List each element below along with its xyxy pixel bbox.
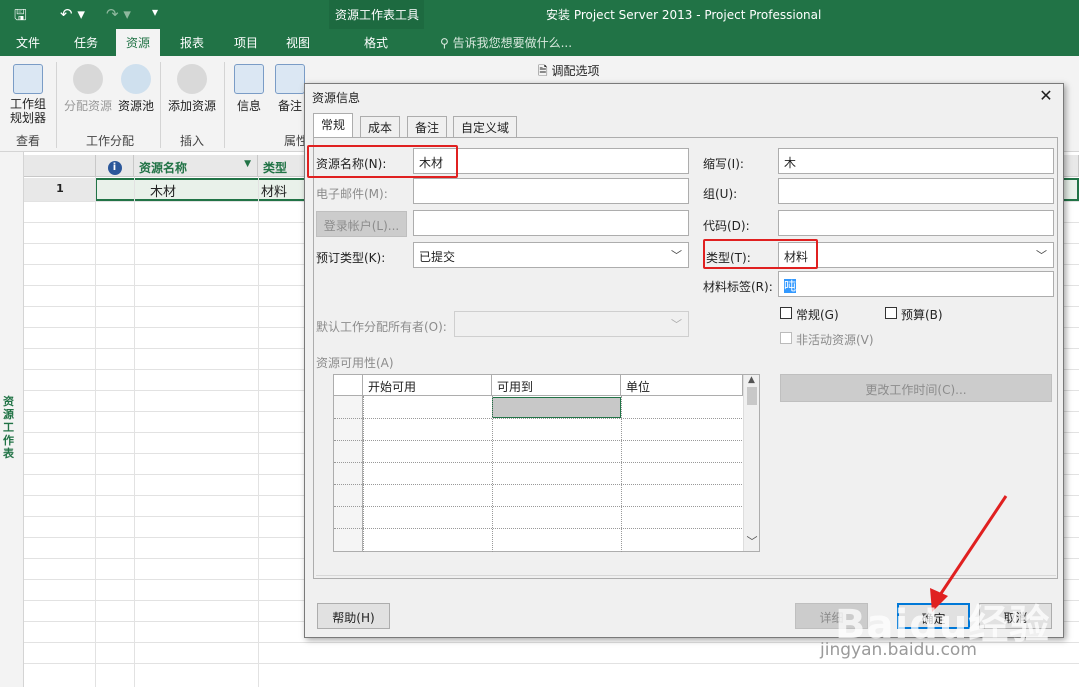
information-icon [234,64,264,94]
availability-header-start: 开始可用 [363,375,492,396]
tab-notes[interactable]: 备注 [407,116,448,137]
availability-corner [334,375,363,396]
scroll-down-icon[interactable]: ﹀ [744,533,760,549]
inactive-checkbox[interactable] [780,332,792,344]
chevron-down-icon: ﹀ [1036,249,1047,262]
help-button[interactable]: 帮助(H) [317,603,390,629]
column-header-type[interactable]: 类型 [258,155,306,177]
tab-cost[interactable]: 成本 [360,116,401,137]
watermark-url: jingyan.baidu.com [820,640,977,660]
group-label-insert: 插入 [180,134,205,148]
team-planner-button[interactable]: 工作组 规划器 [4,64,52,125]
title-bar: 🖫 ↶ ▾ ↷ ▾ ▾ [0,0,1079,29]
view-sidebar-label: 资源工作表 [3,395,14,460]
tell-me-search[interactable]: ⚲ 告诉我您想要做什么... [440,34,572,51]
login-account-input[interactable] [413,210,689,236]
select-all-corner[interactable] [24,155,96,177]
availability-selected-cell[interactable] [492,397,621,418]
type-select[interactable]: 材料 ﹀ [778,242,1054,268]
resource-name-label: 资源名称(N): [316,157,387,171]
generic-checkbox-label: 常规(G) [796,308,839,322]
tab-task[interactable]: 任务 [74,34,98,51]
group-label-view: 查看 [16,134,41,148]
redo-icon[interactable]: ↷ ▾ [106,5,131,23]
default-owner-select[interactable]: ﹀ [454,311,689,337]
email-label: 电子邮件(M): [316,187,388,201]
notes-icon [275,64,305,94]
tab-resource[interactable]: 资源 [116,29,161,56]
material-label-input[interactable]: 吨 [778,271,1054,297]
budget-checkbox[interactable] [885,307,897,319]
resource-name-cell[interactable]: 木材 [150,181,176,200]
code-label: 代码(D): [703,219,750,233]
group-input[interactable] [778,178,1054,204]
booking-type-select[interactable]: 已提交 ﹀ [413,242,689,268]
email-input[interactable] [413,178,689,204]
tab-project[interactable]: 项目 [234,34,258,51]
availability-scrollbar[interactable]: ▲ ﹀ [743,375,759,551]
default-owner-label: 默认工作分配所有者(O): [316,320,447,334]
tab-report[interactable]: 报表 [180,34,204,51]
group-label-assignments: 工作分配 [86,134,135,148]
generic-checkbox[interactable] [780,307,792,319]
customize-quick-access-icon[interactable]: ▾ [152,5,158,19]
tab-format[interactable]: 格式 [364,34,388,51]
assign-resources-button[interactable]: 分配资源 [62,64,114,114]
add-resources-button[interactable]: 添加资源 [166,64,218,114]
row-header-1[interactable]: 1 [24,178,96,201]
resource-pool-icon [121,64,151,94]
save-icon[interactable]: 🖫 [14,5,27,30]
availability-header-units: 单位 [621,375,743,396]
resource-type-cell[interactable]: 材料 [261,181,287,200]
notes-button[interactable]: 备注 [274,64,306,114]
budget-checkbox-label: 预算(B) [901,308,943,322]
chevron-down-icon: ﹀ [671,249,682,262]
material-label-label: 材料标签(R): [703,280,773,294]
availability-label: 资源可用性(A) [316,356,394,370]
add-resources-icon [177,64,207,94]
column-header-resource-name[interactable]: 资源名称 ▼ [134,155,258,177]
close-icon[interactable]: ✕ [1036,86,1056,106]
filter-arrow-icon[interactable]: ▼ [244,159,251,169]
column-header-more [1064,155,1079,177]
group-label: 组(U): [703,187,738,201]
assign-resources-icon [73,64,103,94]
booking-type-label: 预订类型(K): [316,251,386,265]
window-title: 安装 Project Server 2013 - Project Profess… [546,8,822,22]
team-planner-icon [13,64,43,94]
contextual-tab-label: 资源工作表工具 [335,8,420,22]
column-header-indicators[interactable]: i [96,155,134,177]
tab-general[interactable]: 常规 [313,113,354,138]
chevron-down-icon: ﹀ [671,318,682,331]
information-button[interactable]: 信息 [232,64,266,114]
code-input[interactable] [778,210,1054,236]
leveling-options-button[interactable]: 🗎 调配选项 [538,62,599,83]
tab-custom-fields[interactable]: 自定义域 [453,116,518,137]
resource-name-input[interactable]: 木材 [413,148,689,174]
type-label: 类型(T): [706,251,751,265]
leveling-options-icon: 🗎 [538,64,552,78]
tab-view[interactable]: 视图 [286,34,310,51]
login-account-button[interactable]: 登录帐户(L)... [316,211,407,237]
resource-pool-button[interactable]: 资源池 [116,64,156,114]
dialog-title: 资源信息 [312,91,361,105]
lightbulb-icon: ⚲ [440,36,453,50]
info-icon: i [107,161,122,175]
scroll-thumb[interactable] [746,387,757,405]
availability-header-end: 可用到 [492,375,621,396]
tab-file[interactable]: 文件 [16,34,40,51]
undo-icon[interactable]: ↶ ▾ [60,5,85,23]
inactive-checkbox-label: 非活动资源(V) [796,333,874,347]
initials-label: 缩写(I): [703,157,744,171]
scroll-up-icon[interactable]: ▲ [744,375,759,385]
initials-input[interactable]: 木 [778,148,1054,174]
change-working-time-button[interactable]: 更改工作时间(C)... [780,374,1052,402]
